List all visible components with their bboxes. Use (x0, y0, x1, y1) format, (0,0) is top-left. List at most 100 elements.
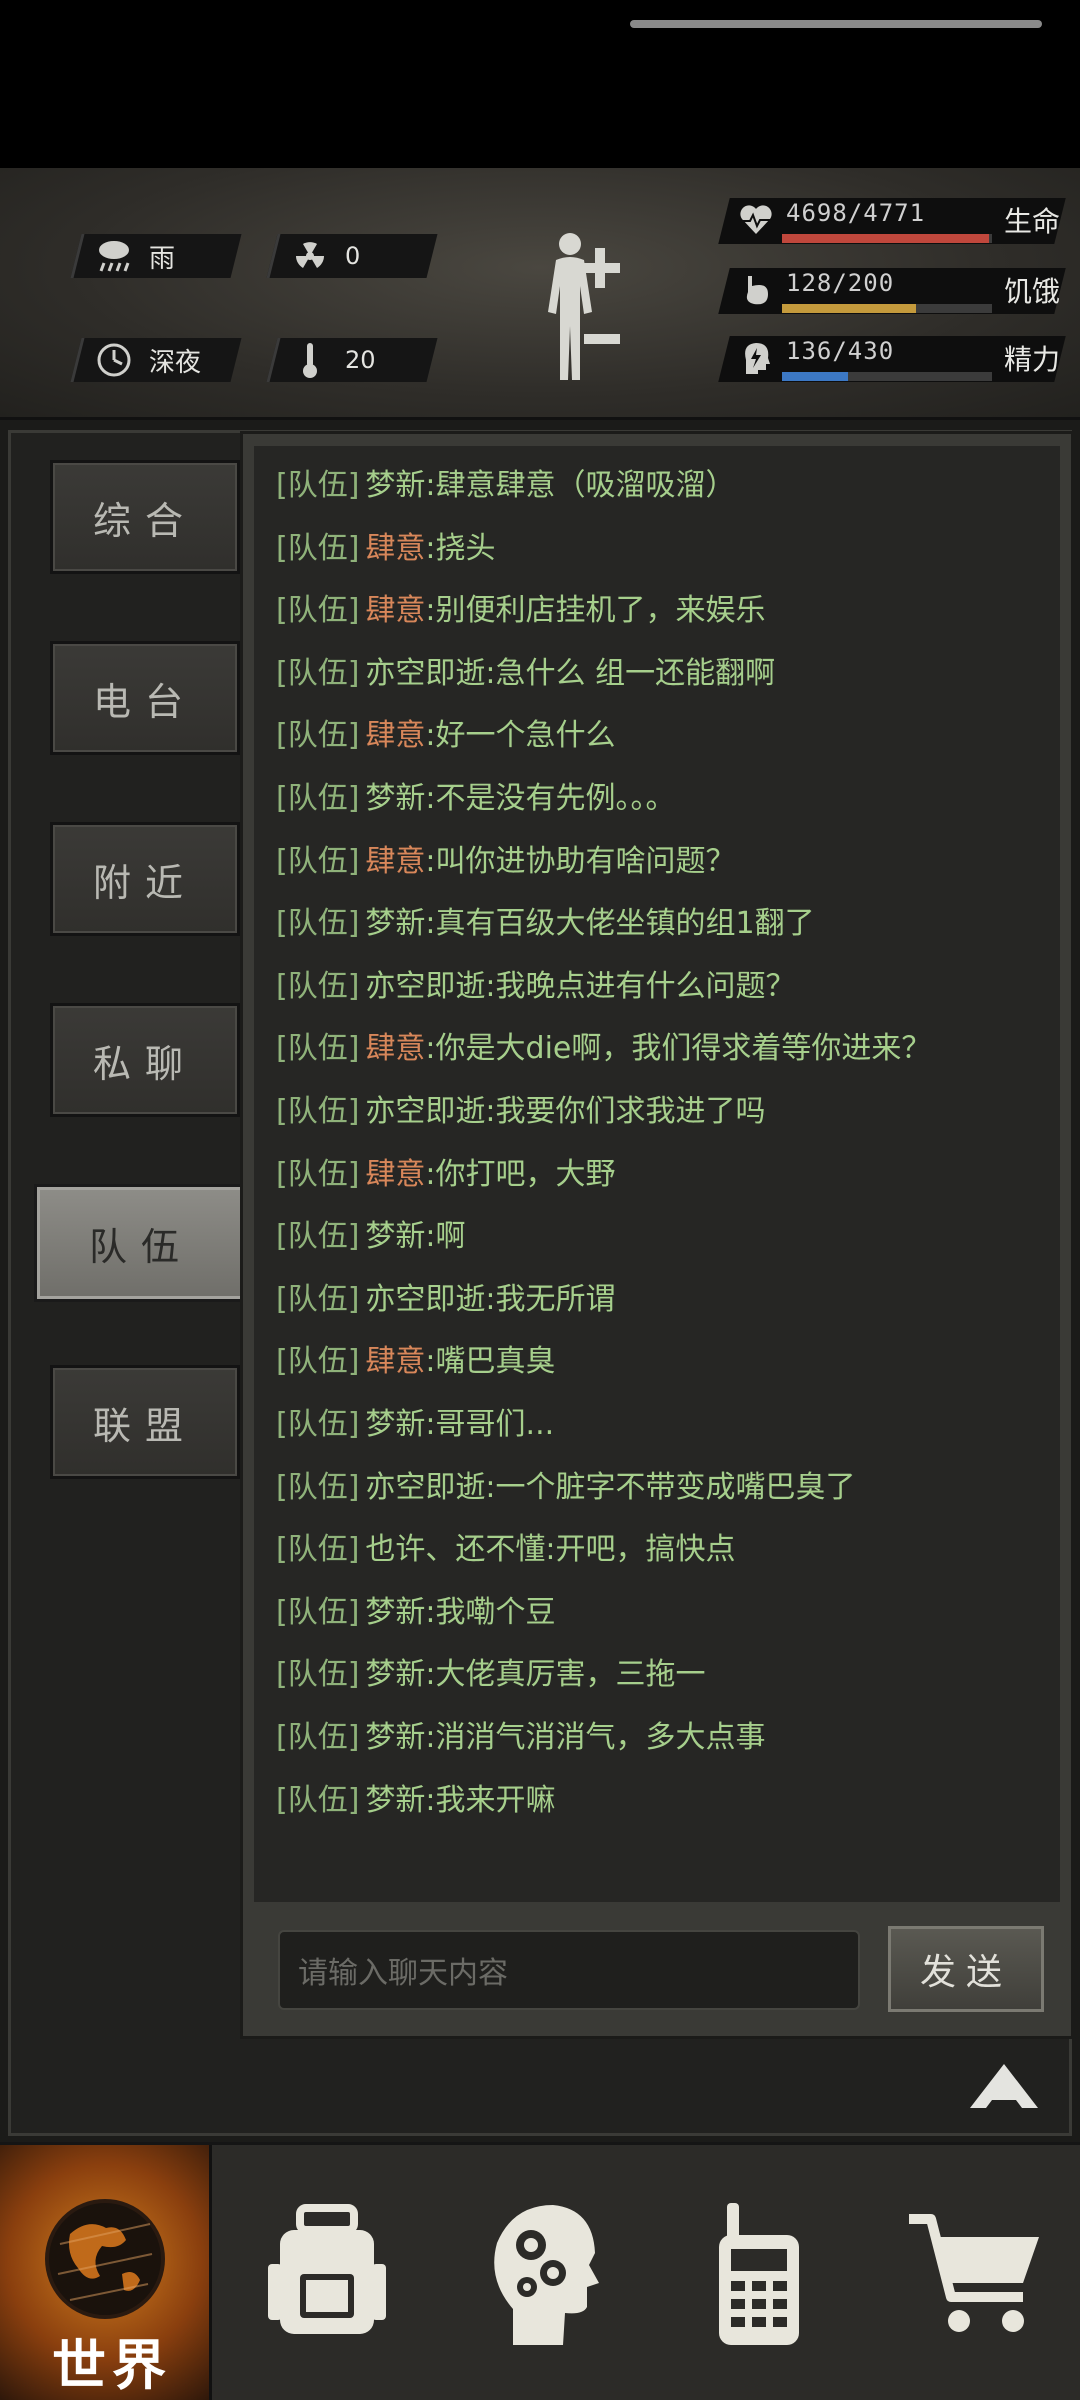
stomach-icon (746, 276, 768, 305)
sender-name[interactable]: 也许、还不懂 (365, 1532, 545, 1567)
channel-tag: [队伍] (276, 1156, 360, 1192)
chat-message: [队伍] 也许、还不懂:开吧，搞快点 (276, 1524, 736, 1568)
message-text: :挠头 (425, 530, 496, 566)
sender-name[interactable]: 亦空即逝 (365, 656, 485, 691)
message-text: :真有百级大佬坐镇的组1翻了 (425, 906, 815, 942)
sender-name[interactable]: 亦空即逝 (365, 1470, 485, 1505)
sender-name[interactable]: 亦空即逝 (365, 1282, 485, 1317)
sender-name[interactable]: 梦新 (365, 1219, 425, 1254)
sender-name[interactable]: 肆意 (365, 1157, 425, 1192)
globe-icon (44, 2199, 165, 2319)
sender-name[interactable]: 肆意 (365, 1344, 425, 1379)
radio-icon (719, 2203, 799, 2345)
message-text: :别便利店挂机了，来娱乐 (425, 593, 766, 629)
sender-name[interactable]: 梦新 (365, 781, 425, 816)
nav-skills-button[interactable] (438, 2145, 648, 2400)
hunger-bar (782, 304, 992, 313)
radiation-icon (291, 237, 329, 275)
message-text: :我晚点进有什么问题？ (485, 968, 796, 1004)
nav-shop-button[interactable] (870, 2145, 1080, 2400)
message-text: :消消气消消气，多大点事 (425, 1720, 766, 1755)
skills-head-icon (494, 2205, 599, 2345)
sender-name[interactable]: 肆意 (365, 593, 425, 628)
message-text: :叫你进协助有啥问题？ (425, 843, 736, 879)
health-value: 4698/4771 (786, 199, 926, 227)
chat-message: [队伍] 肆意:你是大die啊，我们得求着等你进来？ (276, 1023, 931, 1067)
sender-name[interactable]: 肆意 (365, 718, 425, 753)
minus-icon[interactable] (584, 332, 620, 346)
hunger-stat: 128/200 饥饿 (718, 268, 1066, 314)
tab-private[interactable]: 私聊 (50, 1003, 240, 1117)
sender-name[interactable]: 肆意 (365, 1031, 425, 1066)
channel-tag: [队伍] (276, 781, 360, 816)
nav-radio-button[interactable] (654, 2145, 864, 2400)
channel-tag: [队伍] (276, 718, 360, 754)
chat-message: [队伍] 梦新:我来开嘛 (276, 1775, 556, 1819)
sender-name[interactable]: 梦新 (365, 1595, 425, 1630)
time-of-day-label: 深夜 (149, 347, 202, 378)
chat-message: [队伍] 梦新:肆意肆意（吸溜吸溜） (276, 460, 736, 504)
chat-log[interactable]: [队伍] 梦新:肆意肆意（吸溜吸溜） [队伍] 肆意:挠头 [队伍] 肆意:别便利店挂机了… (254, 446, 1060, 1902)
chat-message: [队伍] 梦新:真有百级大佬坐镇的组1翻了 (276, 898, 815, 942)
channel-tag: [队伍] (276, 468, 360, 503)
energy-label: 精力 (1003, 343, 1060, 376)
channel-tag: [队伍] (276, 1720, 360, 1755)
channel-tag: [队伍] (276, 655, 360, 691)
channel-tag: [队伍] (276, 1219, 360, 1255)
channel-tag: [队伍] (276, 1281, 360, 1317)
chat-message: [队伍] 梦新:我嘞个豆 (276, 1587, 556, 1631)
message-text: :大佬真厉害，三拖一 (425, 1657, 706, 1693)
message-text: :我要你们求我进了吗 (485, 1094, 766, 1129)
tab-general[interactable]: 综合 (50, 460, 240, 574)
send-button[interactable]: 发送 (888, 1926, 1044, 2012)
channel-tag: [队伍] (276, 1532, 360, 1568)
sender-name[interactable]: 亦空即逝 (365, 969, 485, 1004)
sender-name[interactable]: 梦新 (365, 468, 425, 503)
radiation-value: 0 (345, 242, 361, 270)
sender-name[interactable]: 肆意 (365, 531, 425, 566)
shop-cart-icon (909, 2214, 1039, 2332)
channel-tag: [队伍] (276, 906, 360, 942)
chat-message: [队伍] 亦空即逝:我要你们求我进了吗 (276, 1086, 766, 1130)
chat-message: [队伍] 梦新:消消气消消气，多大点事 (276, 1712, 766, 1756)
time-chip: 深夜 (70, 338, 242, 382)
message-text: :肆意肆意（吸溜吸溜） (425, 468, 736, 503)
channel-tag: [队伍] (276, 1094, 360, 1129)
chat-message: [队伍] 梦新:哥哥们... (276, 1399, 554, 1443)
message-text: :好一个急什么 (425, 718, 616, 754)
collapse-chevron-icon[interactable] (968, 2062, 1040, 2110)
channel-tag: [队伍] (276, 843, 360, 879)
system-status-bar (0, 0, 1080, 168)
plus-icon[interactable] (578, 246, 622, 290)
chat-input[interactable]: 请输入聊天内容 (278, 1930, 860, 2010)
message-text: :嘴巴真臭 (425, 1344, 556, 1380)
nav-world-button[interactable]: 世界 (0, 2145, 212, 2400)
sender-name[interactable]: 肆意 (365, 844, 425, 879)
channel-tag: [队伍] (276, 1469, 360, 1505)
tab-nearby[interactable]: 附近 (50, 822, 240, 936)
channel-tag: [队伍] (276, 1031, 360, 1067)
message-text: :一个脏字不带变成嘴巴臭了 (485, 1469, 856, 1505)
sender-name[interactable]: 梦新 (365, 1720, 425, 1755)
tab-team[interactable]: 队伍 (34, 1184, 248, 1302)
sender-name[interactable]: 梦新 (365, 1407, 425, 1442)
tab-alliance[interactable]: 联盟 (50, 1365, 240, 1479)
sender-name[interactable]: 梦新 (365, 1657, 425, 1692)
channel-tag: [队伍] (276, 530, 360, 566)
channel-tag: [队伍] (276, 593, 360, 629)
nav-backpack-button[interactable] (222, 2145, 432, 2400)
sender-name[interactable]: 梦新 (365, 906, 425, 941)
weather-label: 雨 (149, 243, 176, 274)
clock-icon (95, 341, 133, 379)
message-text: :开吧，搞快点 (545, 1532, 736, 1568)
sender-name[interactable]: 梦新 (365, 1783, 425, 1818)
sender-name[interactable]: 亦空即逝 (365, 1094, 485, 1129)
chat-message: [队伍] 亦空即逝:急什么 组一还能翻啊 (276, 648, 775, 692)
health-bar (782, 234, 992, 243)
chat-message: [队伍] 梦新:啊 (276, 1211, 466, 1255)
nav-world-label: 世界 (52, 2334, 172, 2397)
chat-message: [队伍] 肆意:别便利店挂机了，来娱乐 (276, 585, 766, 629)
tab-radio[interactable]: 电台 (50, 641, 240, 755)
chat-message: [队伍] 肆意:叫你进协助有啥问题？ (276, 836, 736, 880)
channel-tag: [队伍] (276, 1407, 360, 1442)
